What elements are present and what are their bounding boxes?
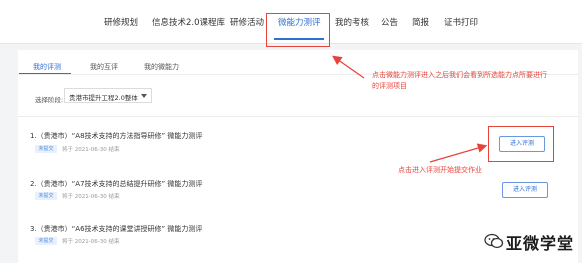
- nav-item-plan[interactable]: 研修规划: [104, 18, 138, 28]
- assessment-deadline: 将于 2021-06-30 结束: [62, 194, 120, 200]
- tab-my-micro-ability[interactable]: 我的微能力: [144, 62, 179, 72]
- nav-item-course-library[interactable]: 信息技术2.0课程库: [152, 18, 225, 28]
- status-badge: 未提交: [35, 192, 57, 200]
- nav-item-certificate-print[interactable]: 证书打印: [444, 18, 478, 28]
- nav-item-announcements[interactable]: 公告: [381, 18, 398, 28]
- assessment-title: 3.（贵港市）“A6技术支持的课堂讲授研修” 微能力测评: [30, 225, 203, 233]
- list-divider: [18, 116, 578, 117]
- nav-item-briefings[interactable]: 简报: [412, 18, 429, 28]
- annotation-text: 点击进入评测开始提交作业: [398, 166, 482, 174]
- stage-select[interactable]: 贵港市提升工程2.0整体: [64, 88, 152, 103]
- assessment-deadline: 将于 2021-06-30 结束: [62, 239, 120, 245]
- assessment-title: 1.（贵港市）“A8技术支持的方法指导研修” 微能力测评: [30, 132, 203, 140]
- watermark-text: 亚微学堂: [506, 234, 575, 253]
- nav-item-my-assessment[interactable]: 我的考核: [335, 18, 369, 28]
- tab-my-assessment[interactable]: 我的评测: [33, 62, 61, 72]
- annotation-highlight-box: [266, 13, 330, 47]
- annotation-highlight-box: [488, 126, 554, 162]
- tab-peer-review[interactable]: 我的互评: [90, 62, 118, 72]
- stage-select-value: 贵港市提升工程2.0整体: [69, 94, 138, 102]
- status-badge: 未提交: [35, 145, 57, 153]
- watermark: 亚微学堂: [482, 227, 578, 257]
- nav-item-activities[interactable]: 研修活动: [230, 18, 264, 28]
- wechat-logo-icon: [484, 233, 504, 249]
- annotation-text: 的评测项目: [372, 82, 407, 90]
- assessment-deadline: 将于 2021-06-30 结束: [62, 147, 120, 153]
- annotation-text: 点击微能力测评进入之后我们会看到所选能力点所要进行: [372, 71, 547, 79]
- chevron-down-icon: [141, 94, 147, 98]
- status-badge: 未提交: [35, 237, 57, 245]
- assessment-title: 2.（贵港市）“A7技术支持的总结提升研修” 微能力测评: [30, 180, 203, 188]
- stage-filter-label: 选择阶段:: [35, 96, 64, 104]
- enter-assessment-button[interactable]: 进入评测: [502, 182, 548, 198]
